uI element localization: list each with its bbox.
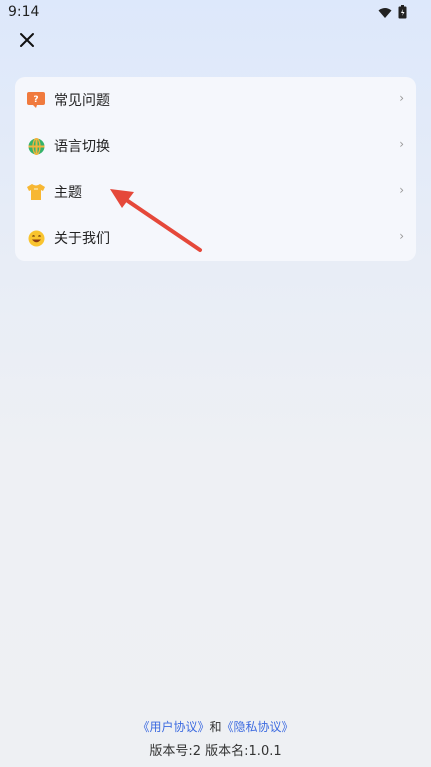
menu-item-language[interactable]: 语言切换 › <box>15 123 416 169</box>
menu-item-faq[interactable]: ? 常见问题 › <box>15 77 416 123</box>
status-bar: 9:14 <box>0 0 431 24</box>
close-icon <box>19 32 35 52</box>
chevron-right-icon: › <box>399 183 404 197</box>
smile-icon <box>27 229 45 247</box>
chevron-right-icon: › <box>399 137 404 151</box>
wifi-icon <box>378 4 392 23</box>
chevron-right-icon: › <box>399 91 404 105</box>
status-time: 9:14 <box>8 4 40 20</box>
version-info: 版本号:2 版本名:1.0.1 <box>149 744 282 759</box>
menu-item-theme[interactable]: 主题 › <box>15 169 416 215</box>
close-button[interactable] <box>12 28 42 56</box>
settings-menu: ? 常见问题 › 语言切换 › 主题 › 关于我们 › <box>15 77 416 261</box>
svg-text:?: ? <box>33 95 38 105</box>
battery-icon <box>398 4 407 23</box>
user-agreement-link[interactable]: 《用户协议》 <box>137 720 209 734</box>
footer-and-text: 和 <box>209 720 222 734</box>
status-icons <box>378 4 407 23</box>
menu-item-about[interactable]: 关于我们 › <box>15 215 416 261</box>
shirt-icon <box>27 183 45 201</box>
chevron-right-icon: › <box>399 229 404 243</box>
privacy-policy-link[interactable]: 《隐私协议》 <box>222 720 294 734</box>
globe-icon <box>27 137 45 155</box>
annotation-arrow <box>110 189 202 252</box>
menu-item-label: 语言切换 <box>54 139 110 155</box>
menu-item-label: 常见问题 <box>54 93 110 109</box>
menu-item-label: 主题 <box>54 185 82 201</box>
faq-icon: ? <box>27 91 45 109</box>
footer-links: 《用户协议》和《隐私协议》 <box>0 718 431 735</box>
